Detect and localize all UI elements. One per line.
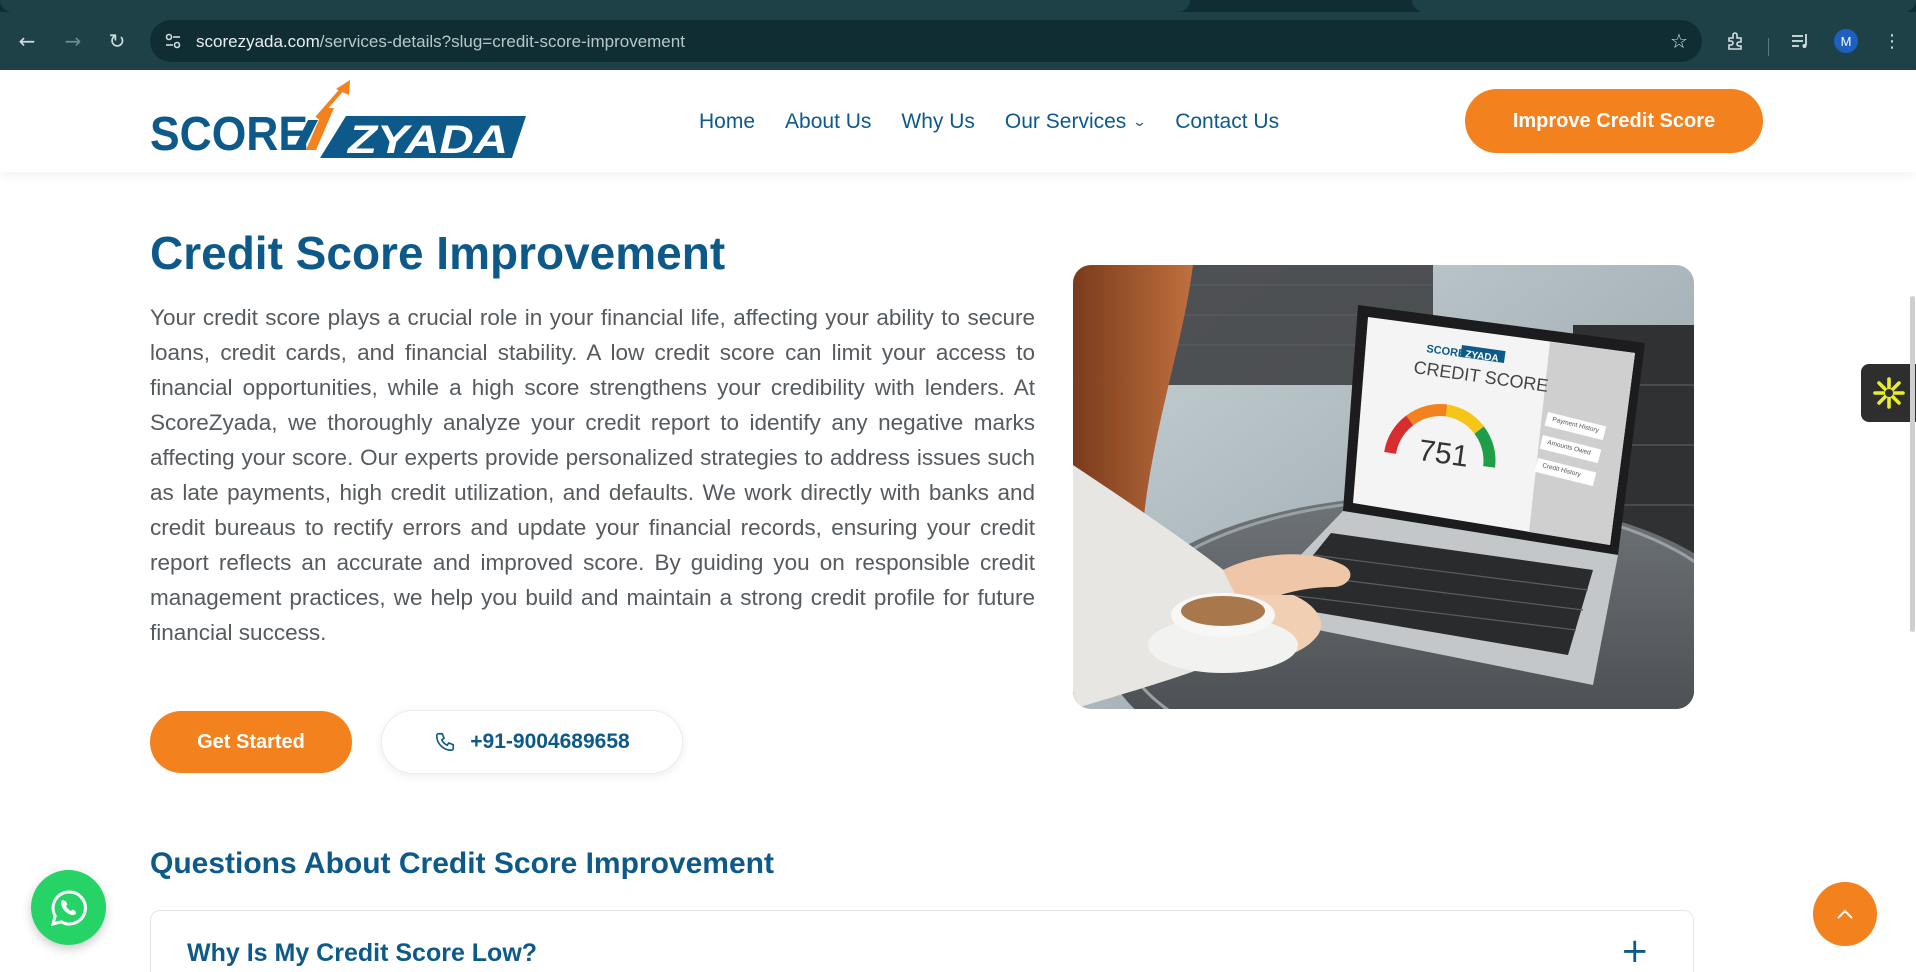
get-started-button[interactable]: Get Started <box>150 711 352 773</box>
toolbar-divider <box>1768 38 1769 56</box>
faq-item[interactable]: Why Is My Credit Score Low? + <box>150 910 1694 972</box>
browser-tab[interactable] <box>0 0 1190 12</box>
intro-paragraph: Your credit score plays a crucial role i… <box>150 305 1035 645</box>
browser-tab[interactable] <box>1412 0 1916 12</box>
nav-our-services-label: Our Services <box>1004 110 1127 133</box>
accessibility-widget[interactable] <box>1861 364 1916 422</box>
page-scrollbar-thumb[interactable] <box>1910 296 1915 632</box>
profile-avatar[interactable]: M <box>1834 29 1858 53</box>
asterisk-icon <box>1873 377 1905 409</box>
bookmark-star-icon[interactable]: ☆ <box>1666 28 1692 54</box>
nav-about-us[interactable]: About Us <box>785 110 871 134</box>
chevron-down-icon: ⌄ <box>1132 114 1148 130</box>
whatsapp-button[interactable] <box>31 870 106 945</box>
browser-tab-strip <box>0 0 1916 12</box>
improve-credit-score-button[interactable]: Improve Credit Score <box>1465 89 1763 153</box>
site-info-icon[interactable] <box>162 30 184 52</box>
url-text: scorezyada.com/services-details?slug=cre… <box>196 32 685 52</box>
extensions-icon[interactable] <box>1722 27 1750 55</box>
phone-number: +91-9004689658 <box>470 730 630 753</box>
phone-call-button[interactable]: +91-9004689658 <box>381 710 683 774</box>
faq-section-title: Questions About Credit Score Improvement <box>150 847 774 880</box>
whatsapp-icon <box>50 889 87 926</box>
scroll-to-top-button[interactable] <box>1813 882 1877 946</box>
logo-text-score: SCORE <box>150 108 308 158</box>
forward-icon[interactable]: → <box>59 27 87 55</box>
expand-plus-icon[interactable]: + <box>1621 931 1650 971</box>
faq-question: Why Is My Credit Score Low? <box>187 939 538 967</box>
media-control-icon[interactable] <box>1786 27 1814 55</box>
back-icon[interactable]: ← <box>13 27 41 55</box>
chevron-up-icon <box>1837 909 1853 919</box>
browser-toolbar: ← → ↻ scorezyada.com/services-details?sl… <box>0 12 1916 70</box>
main-nav: Home About Us Why Us Our Services ⌄ Conta… <box>699 110 1309 134</box>
scorezyada-logo[interactable]: SCORE ZYADA <box>150 78 526 158</box>
page-title: Credit Score Improvement <box>150 227 726 279</box>
logo-text-zyada: ZYADA <box>347 118 508 158</box>
screen-score-value: 751 <box>1416 434 1470 474</box>
nav-home[interactable]: Home <box>699 110 755 134</box>
browser-menu-icon[interactable]: ⋮ <box>1878 27 1906 55</box>
phone-icon <box>436 732 455 752</box>
address-bar[interactable]: scorezyada.com/services-details?slug=cre… <box>150 20 1702 62</box>
nav-why-us[interactable]: Why Us <box>901 110 975 134</box>
url-path: /services-details?slug=credit-score-impr… <box>319 32 685 51</box>
nav-contact-us[interactable]: Contact Us <box>1175 110 1279 134</box>
nav-our-services[interactable]: Our Services ⌄ <box>1004 110 1148 134</box>
url-domain: scorezyada.com <box>196 32 320 51</box>
hero-image: SCORE ZYADA CREDIT SCORE 751 Payment His… <box>1073 265 1694 709</box>
reload-icon[interactable]: ↻ <box>103 27 131 55</box>
